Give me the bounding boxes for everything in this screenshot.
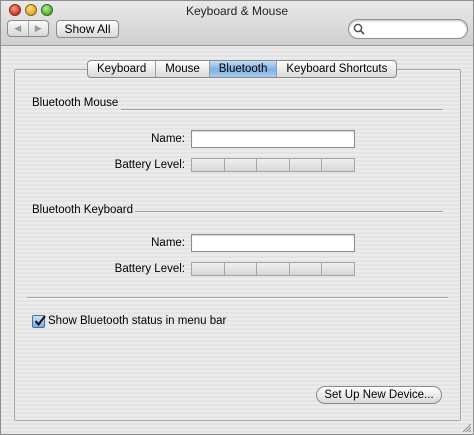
search-field[interactable] xyxy=(348,19,468,39)
section-separator xyxy=(135,211,443,213)
set-up-new-device-button[interactable]: Set Up New Device... xyxy=(316,386,442,404)
search-icon xyxy=(353,23,365,35)
mouse-battery-label: Battery Level: xyxy=(114,159,185,171)
checkmark-icon xyxy=(34,315,46,327)
section-divider xyxy=(27,297,448,299)
bluetooth-mouse-heading: Bluetooth Mouse xyxy=(32,97,119,109)
tab-mouse[interactable]: Mouse xyxy=(155,61,209,77)
battery-segment xyxy=(224,262,258,276)
mouse-battery-level-indicator xyxy=(191,158,355,172)
back-arrow-icon[interactable]: ◀ xyxy=(8,21,28,36)
battery-segment xyxy=(289,262,323,276)
battery-segment xyxy=(191,262,225,276)
battery-segment xyxy=(322,158,355,172)
resize-grip-icon[interactable] xyxy=(461,422,471,432)
tab-keyboard[interactable]: Keyboard xyxy=(88,61,155,77)
battery-segment xyxy=(322,262,355,276)
back-forward-control: ◀ ▶ xyxy=(7,20,49,37)
bluetooth-keyboard-heading: Bluetooth Keyboard xyxy=(32,204,134,216)
battery-segment xyxy=(224,158,258,172)
title-bar: Keyboard & Mouse ◀ ▶ Show All xyxy=(1,1,473,46)
battery-segment xyxy=(257,158,290,172)
show-bluetooth-status-checkbox[interactable] xyxy=(32,315,46,328)
forward-arrow-icon[interactable]: ▶ xyxy=(27,21,49,36)
tab-bar: Keyboard Mouse Bluetooth Keyboard Shortc… xyxy=(87,60,398,78)
battery-segment xyxy=(191,158,225,172)
preferences-window: Keyboard & Mouse ◀ ▶ Show All Keyboard M… xyxy=(0,0,474,435)
keyboard-battery-label: Battery Level: xyxy=(114,263,185,275)
show-bluetooth-status-label[interactable]: Show Bluetooth status in menu bar xyxy=(48,315,226,327)
battery-segment xyxy=(289,158,323,172)
search-input[interactable] xyxy=(367,22,461,36)
mouse-name-label: Name: xyxy=(151,133,185,145)
mouse-name-field[interactable] xyxy=(191,130,355,148)
keyboard-battery-level-indicator xyxy=(191,262,355,276)
keyboard-name-field[interactable] xyxy=(191,234,355,252)
tab-bluetooth[interactable]: Bluetooth xyxy=(208,61,277,77)
window-title: Keyboard & Mouse xyxy=(185,4,289,18)
tab-keyboard-shortcuts[interactable]: Keyboard Shortcuts xyxy=(276,61,396,77)
battery-segment xyxy=(257,262,290,276)
section-separator xyxy=(121,109,443,111)
keyboard-name-label: Name: xyxy=(151,237,185,249)
show-all-button[interactable]: Show All xyxy=(56,20,119,38)
